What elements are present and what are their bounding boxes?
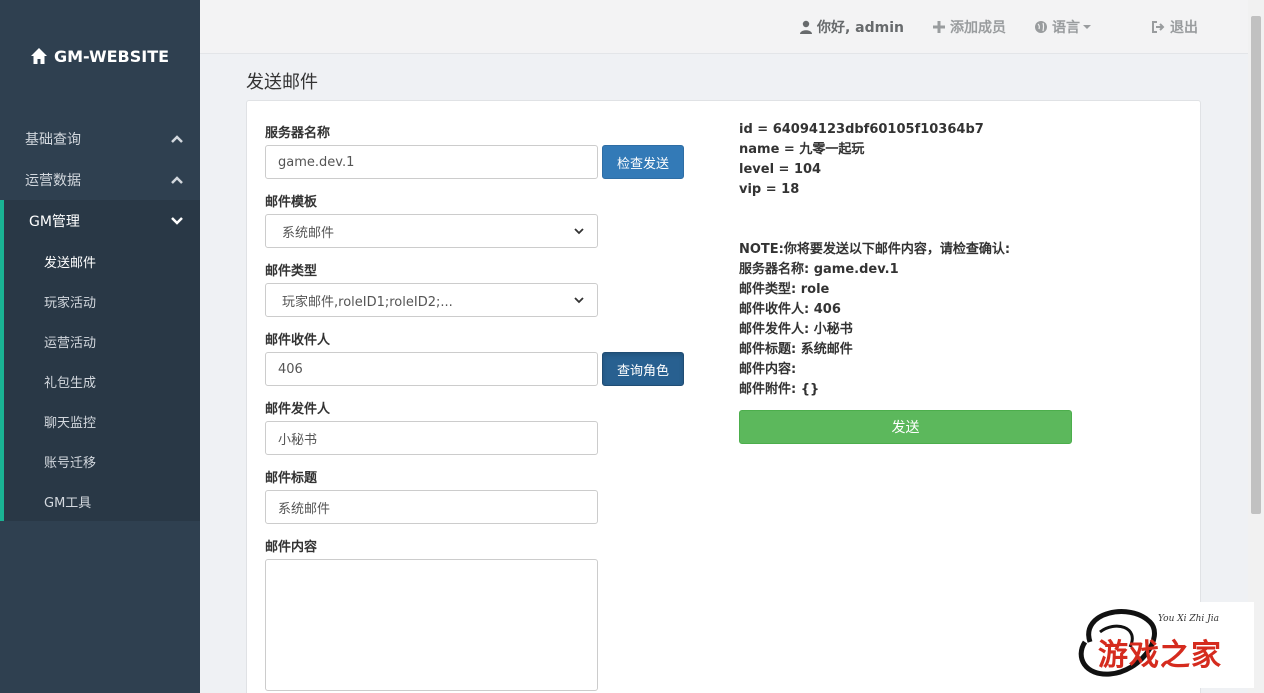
sidebar: GM-WEBSITE 基础查询 运营数据 GM管理 发送邮件 玩家活动 运营活动… bbox=[0, 0, 200, 693]
sidebar-subitem-gm-tools[interactable]: GM工具 bbox=[4, 481, 200, 521]
sidebar-item-label: GM管理 bbox=[29, 213, 80, 230]
sidebar-subitem-send-mail[interactable]: 发送邮件 bbox=[4, 241, 200, 281]
mail-template-select[interactable]: 系统邮件 bbox=[265, 214, 598, 248]
greeting-text: 你好, admin bbox=[816, 19, 904, 36]
confirm-sender: 邮件发件人: 小秘书 bbox=[739, 322, 853, 337]
watermark-subtitle: You Xi Zhi Jia bbox=[1158, 614, 1220, 624]
query-role-button[interactable]: 查询角色 bbox=[602, 352, 684, 386]
sidebar-subitem-player-activity[interactable]: 玩家活动 bbox=[4, 281, 200, 321]
confirm-note: NOTE:你将要发送以下邮件内容，请检查确认: bbox=[739, 242, 1011, 257]
chevron-down-icon bbox=[574, 297, 584, 304]
watermark-text: 游戏之家 bbox=[1098, 638, 1222, 673]
user-menu[interactable]: 你好, admin bbox=[799, 17, 904, 37]
role-name: name = 九零一起玩 bbox=[739, 142, 865, 157]
mail-subject-label: 邮件标题 bbox=[265, 471, 318, 486]
home-icon bbox=[31, 48, 47, 64]
role-id: id = 64094123dbf60105f10364b7 bbox=[739, 122, 984, 137]
chevron-down-icon bbox=[574, 228, 584, 235]
confirm-type: 邮件类型: role bbox=[739, 282, 830, 297]
mail-recipient-label: 邮件收件人 bbox=[265, 333, 331, 348]
plus-icon bbox=[933, 20, 945, 33]
mail-type-value: 玩家邮件,roleID1;roleID2;... bbox=[282, 294, 453, 310]
confirm-summary: NOTE:你将要发送以下邮件内容，请检查确认: 服务器名称: game.dev.… bbox=[739, 240, 1010, 400]
sidebar-subitem-operation-activity[interactable]: 运营活动 bbox=[4, 321, 200, 361]
check-send-button[interactable]: 检查发送 bbox=[602, 145, 684, 179]
mail-recipient-input[interactable]: 406 bbox=[265, 352, 598, 386]
mail-content-textarea[interactable] bbox=[265, 559, 598, 691]
language-dropdown[interactable]: 语言 bbox=[1034, 17, 1091, 37]
caret-down-icon bbox=[1083, 24, 1091, 29]
sidebar-item-operation-data[interactable]: 运营数据 bbox=[0, 159, 200, 200]
mail-template-label: 邮件模板 bbox=[265, 195, 318, 210]
sidebar-item-label: 基础查询 bbox=[25, 131, 81, 148]
sidebar-item-label: 运营数据 bbox=[25, 172, 81, 189]
confirm-attachment: 邮件附件: {} bbox=[739, 382, 820, 397]
top-navbar: 你好, admin 添加成员 语言 退出 bbox=[200, 0, 1248, 54]
confirm-server: 服务器名称: game.dev.1 bbox=[739, 262, 899, 277]
logout-link[interactable]: 退出 bbox=[1151, 17, 1198, 37]
page-scrollbar[interactable] bbox=[1248, 0, 1264, 693]
confirm-recipient: 邮件收件人: 406 bbox=[739, 302, 841, 317]
mail-type-select[interactable]: 玩家邮件,roleID1;roleID2;... bbox=[265, 283, 598, 317]
globe-icon bbox=[1035, 20, 1047, 33]
brand-title: GM-WEBSITE bbox=[54, 46, 170, 66]
server-name-label: 服务器名称 bbox=[265, 126, 331, 141]
chevron-down-icon bbox=[171, 216, 183, 225]
mail-subject-input[interactable]: 系统邮件 bbox=[265, 490, 598, 524]
role-vip: vip = 18 bbox=[739, 182, 800, 197]
chevron-up-icon bbox=[171, 134, 183, 143]
add-member-label: 添加成员 bbox=[950, 19, 1006, 36]
sidebar-subitem-chat-monitor[interactable]: 聊天监控 bbox=[4, 401, 200, 441]
user-icon bbox=[799, 20, 812, 34]
send-button[interactable]: 发送 bbox=[739, 410, 1072, 444]
confirm-content: 邮件内容: bbox=[739, 362, 797, 377]
brand[interactable]: GM-WEBSITE bbox=[0, 0, 200, 112]
sidebar-subitem-account-migrate[interactable]: 账号迁移 bbox=[4, 441, 200, 481]
scrollbar-thumb[interactable] bbox=[1251, 16, 1261, 514]
role-info: id = 64094123dbf60105f10364b7 name = 九零一… bbox=[739, 120, 984, 200]
sidebar-subitem-gift-generate[interactable]: 礼包生成 bbox=[4, 361, 200, 401]
sidebar-item-gm-management[interactable]: GM管理 bbox=[4, 200, 200, 241]
language-label: 语言 bbox=[1052, 19, 1080, 36]
mail-type-label: 邮件类型 bbox=[265, 264, 318, 279]
watermark-logo: You Xi Zhi Jia 游戏之家 bbox=[1070, 602, 1254, 688]
mail-sender-input[interactable]: 小秘书 bbox=[265, 421, 598, 455]
add-member-link[interactable]: 添加成员 bbox=[932, 17, 1006, 37]
mail-content-label: 邮件内容 bbox=[265, 540, 318, 555]
chevron-up-icon bbox=[171, 175, 183, 184]
confirm-subject: 邮件标题: 系统邮件 bbox=[739, 342, 853, 357]
logout-label: 退出 bbox=[1170, 19, 1198, 36]
sidebar-group-gm: GM管理 发送邮件 玩家活动 运营活动 礼包生成 聊天监控 账号迁移 GM工具 bbox=[0, 200, 200, 521]
page-title: 发送邮件 bbox=[246, 72, 318, 93]
mail-template-value: 系统邮件 bbox=[282, 225, 335, 241]
logout-icon bbox=[1152, 20, 1165, 33]
server-name-input[interactable]: game.dev.1 bbox=[265, 145, 598, 179]
mail-sender-label: 邮件发件人 bbox=[265, 402, 331, 417]
sidebar-item-basic-query[interactable]: 基础查询 bbox=[0, 118, 200, 159]
role-level: level = 104 bbox=[739, 162, 822, 177]
